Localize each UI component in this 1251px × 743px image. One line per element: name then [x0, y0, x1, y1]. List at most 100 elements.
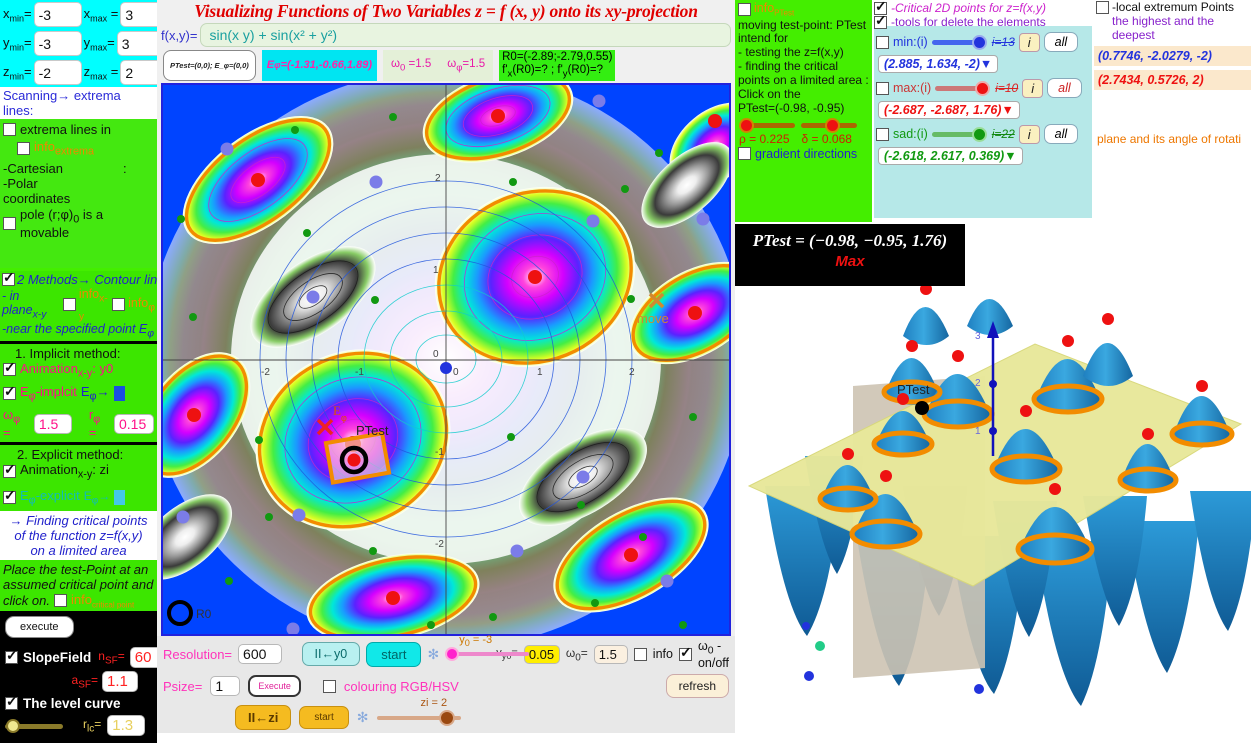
delete-tools-checkbox[interactable]	[874, 13, 887, 29]
arrow1-sub: φ	[89, 390, 97, 403]
move-plot-label: move	[637, 311, 669, 326]
zmin-input[interactable]	[33, 60, 82, 85]
extrema-section: extrema lines in infoextrema -Cartesian …	[0, 119, 157, 269]
min-slider[interactable]	[931, 35, 988, 50]
max-all-button[interactable]: all	[1047, 78, 1082, 98]
critical-2d-label: -Critical 2D points for z=f(x,y)	[891, 1, 1047, 15]
in-plane-label: - in planex-y	[2, 288, 47, 321]
ptest-dot[interactable]	[347, 453, 361, 467]
ymax-label: ymax=	[83, 34, 115, 53]
z-tick-2: 2	[975, 378, 981, 389]
ephi-implicit-checkbox[interactable]	[3, 384, 16, 401]
info-critical-point-checkbox[interactable]	[53, 593, 67, 607]
max-i-button[interactable]: i	[1022, 78, 1044, 98]
sad-slider[interactable]	[931, 127, 988, 142]
w0-bottom-input[interactable]	[593, 644, 628, 664]
animation-xy-zi-checkbox[interactable]	[3, 462, 16, 479]
svg-text:2: 2	[435, 173, 441, 184]
ptest-info-panel: infoPTest moving test-point: PTest inten…	[735, 0, 872, 222]
info-xy-checkbox[interactable]	[62, 298, 76, 312]
sad-checkbox[interactable]	[876, 127, 889, 141]
info-extrema-checkbox[interactable]	[17, 141, 30, 155]
sad-all-button[interactable]: all	[1043, 124, 1079, 144]
start-zi-button[interactable]: start	[299, 706, 349, 730]
ephi-arrow-label: Eφ→	[80, 384, 110, 403]
3d-surface-view[interactable]: 3 2 1 PTest	[735, 283, 1251, 721]
ephi-implicit-label: Eφ-implcit	[20, 384, 77, 403]
psize-input[interactable]	[210, 676, 241, 697]
settings-gear-icon-2[interactable]: ✻	[357, 709, 369, 726]
ephi-explicit-label: Eφ-explicit	[20, 488, 80, 507]
zi-slider[interactable]: zi = 2	[376, 697, 461, 727]
ptest-reset-button[interactable]: PTest=(0,0); E_φ=(0,0)	[163, 50, 256, 81]
pause-zi-button[interactable]: II←zi	[235, 705, 292, 731]
execute-button[interactable]: execute	[5, 616, 74, 639]
explicit-title: 2. Explicit method:	[17, 447, 124, 463]
extrema-lines-checkbox[interactable]	[3, 123, 16, 136]
gradient-directions-checkbox[interactable]	[738, 147, 751, 161]
info-ptest-checkbox[interactable]	[738, 2, 751, 16]
info-phi-checkbox[interactable]	[112, 298, 126, 312]
ephi-imp-sub: φ	[28, 390, 36, 403]
two-methods-checkbox[interactable]	[2, 270, 15, 287]
pause-y0-button[interactable]: II←y0	[301, 642, 361, 667]
min-value[interactable]: (2.885, 1.634, -2)▼	[878, 55, 999, 73]
y0-slider[interactable]: y0 = -3	[445, 634, 530, 663]
ephi-color-swatch[interactable]	[113, 386, 125, 402]
ephi-plot-label: E	[333, 403, 341, 418]
w0-onoff-checkbox[interactable]	[678, 645, 692, 661]
resolution-input[interactable]	[238, 644, 283, 665]
xmin-input[interactable]	[33, 2, 82, 27]
rlc-slider[interactable]	[5, 718, 63, 733]
sad-i-button[interactable]: i	[1018, 124, 1040, 144]
ephi-explicit-swatch[interactable]	[114, 489, 126, 505]
contour-plot[interactable]: E φ PTest R0 move 2 1 0 0 -1 -2 -2 -1 1 2	[161, 82, 731, 636]
start-y0-button[interactable]: start	[366, 641, 422, 667]
svg-text:1: 1	[537, 367, 543, 378]
asf-input[interactable]	[102, 671, 138, 693]
min-checkbox[interactable]	[876, 35, 889, 49]
levelcurve-checkbox[interactable]	[5, 694, 18, 711]
w0b-eq: =	[580, 645, 588, 660]
3d-ptest-point[interactable]	[915, 401, 929, 415]
min-all-button[interactable]: all	[1043, 32, 1079, 52]
info-crit-sub: critical point	[91, 600, 135, 610]
3d-surface-svg: 3 2 1 PTest	[735, 283, 1251, 721]
delta-slider[interactable]	[801, 117, 859, 133]
rlcb-eq: =	[94, 717, 102, 732]
min-i-button[interactable]: i	[1018, 32, 1040, 52]
gradient-directions-label: gradient directions	[755, 146, 858, 161]
left-control-panel: xmin= xmax = ymin= ymax= zmin= zmax = Sc…	[0, 0, 171, 743]
min-label: min:(i)	[893, 35, 928, 49]
r-phi-input[interactable]	[114, 413, 154, 434]
max-slider[interactable]	[935, 81, 991, 96]
y0-slider-label: y0 = -3	[459, 634, 493, 649]
refresh-button[interactable]: refresh	[665, 674, 729, 699]
rho-label: ρ = 0.225	[739, 131, 790, 146]
info-bottom-checkbox[interactable]	[633, 647, 647, 661]
rho-slider[interactable]	[739, 117, 795, 133]
local-extremum-checkbox[interactable]	[1096, 1, 1109, 14]
omega-phi-input[interactable]	[33, 413, 72, 434]
z-tick-3: 3	[975, 331, 981, 342]
ptest-3d-coords: PTest = (−0.98, −0.95, 1.76)	[752, 231, 948, 250]
sad-value[interactable]: (-2.618, 2.617, 0.369)▼	[878, 147, 1023, 165]
ephi-explicit-checkbox[interactable]	[3, 488, 16, 504]
settings-gear-icon[interactable]: ✻	[427, 646, 439, 663]
slopefield-checkbox[interactable]	[5, 648, 18, 665]
info-critical-point-label: infocritical point	[70, 591, 135, 610]
execute-plot-button[interactable]: Execute	[248, 675, 301, 698]
max-value[interactable]: (-2.687, -2.687, 1.76)▼	[878, 101, 1020, 119]
max-checkbox[interactable]	[876, 81, 889, 95]
vy0-input[interactable]	[523, 644, 560, 664]
ymin-input[interactable]	[33, 31, 82, 56]
pole-movable-checkbox[interactable]	[3, 216, 16, 230]
svg-text:-2: -2	[261, 367, 270, 378]
animation-xy-y0-checkbox[interactable]	[3, 360, 16, 377]
rlc-input[interactable]	[107, 715, 146, 737]
omegaphi-sub: φ	[13, 413, 21, 426]
fxy-input[interactable]: sin(x y) + sin(x² + y²)	[200, 23, 731, 47]
colouring-checkbox[interactable]	[322, 679, 336, 693]
methods-header-box: 2 Methods→ Contour lines - in planex-y i…	[0, 270, 171, 341]
max-label: max:(i)	[893, 81, 932, 95]
